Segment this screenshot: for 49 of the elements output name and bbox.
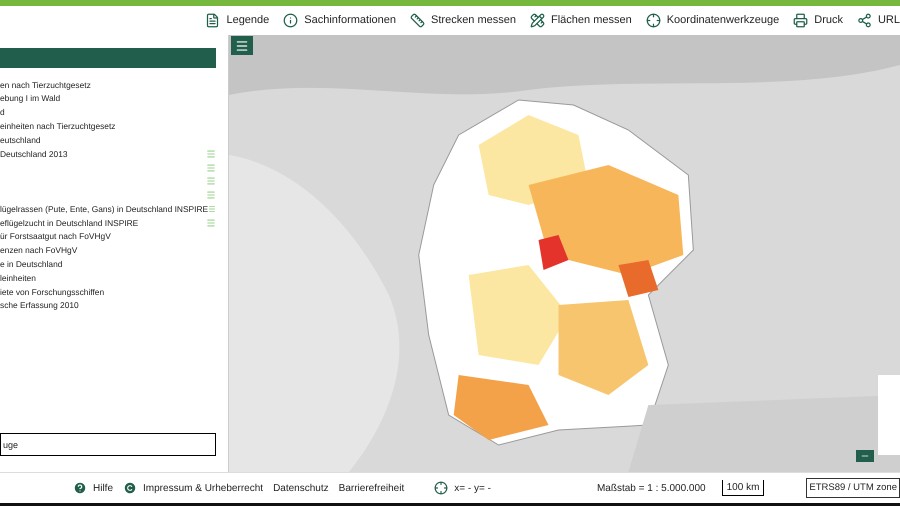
toolbar-button[interactable]: Legende xyxy=(205,12,270,29)
layer-item[interactable]: Deutschland 2013 xyxy=(0,148,68,160)
layer-item[interactable]: sche Erfassung 2010 xyxy=(0,299,79,312)
search-field[interactable]: uge xyxy=(0,433,216,456)
printer-icon xyxy=(793,13,808,28)
crosshair-icon xyxy=(434,481,448,495)
document-icon xyxy=(205,13,220,28)
pencil-ruler-icon xyxy=(530,13,545,28)
footer-link[interactable]: Hilfe xyxy=(73,480,114,496)
menu-icon[interactable] xyxy=(206,148,216,159)
menu-icon[interactable] xyxy=(206,190,216,200)
layer-item[interactable]: iete von Forschungsschiffen xyxy=(0,286,104,298)
ruler-icon xyxy=(410,13,426,28)
toolbar-button[interactable]: Flächen messen xyxy=(530,12,632,29)
layer-item[interactable]: e in Deutschland xyxy=(0,258,62,271)
menu-icon[interactable] xyxy=(206,218,216,228)
scale-bar: 100 km xyxy=(722,480,764,496)
toolbar-button[interactable]: Koordinatenwerkzeuge xyxy=(646,12,780,29)
menu-icon[interactable] xyxy=(206,176,216,186)
layer-item[interactable]: ür Forstsaatgut nach FoVHgV xyxy=(0,230,111,243)
coordinates-text: x= - y= - xyxy=(454,482,491,496)
menu-icon xyxy=(235,38,249,52)
layer-item[interactable]: ebung I im Wald xyxy=(0,92,60,105)
layer-item[interactable]: enzen nach FoVHgV xyxy=(0,244,78,257)
projection-select[interactable]: ETRS89 / UTM zone xyxy=(806,478,900,498)
scale-text: Maßstab = 1 : 5.000.000 xyxy=(596,482,706,496)
toolbar-button[interactable]: Druck xyxy=(793,12,843,29)
footer-link[interactable]: Datenschutz xyxy=(273,480,329,496)
layer-item[interactable]: d xyxy=(0,106,5,119)
crosshair-icon xyxy=(646,13,661,28)
footer-link[interactable]: Impressum & Urheberrecht xyxy=(123,480,264,496)
layer-item[interactable]: en nach Tierzuchtgesetz xyxy=(0,78,91,92)
layer-item[interactable]: eflügelzucht in Deutschland INSPIRE xyxy=(0,216,138,230)
zoom-out-button[interactable] xyxy=(856,450,874,462)
menu-icon[interactable] xyxy=(206,162,216,173)
layer-item[interactable]: leinheiten xyxy=(0,272,36,284)
menu-icon[interactable] xyxy=(208,204,216,214)
help-icon xyxy=(73,481,87,495)
layer-item[interactable]: einheiten nach Tierzuchtgesetz xyxy=(0,120,116,133)
copyright-icon xyxy=(123,481,138,495)
share-icon xyxy=(856,13,872,28)
toolbar-button[interactable]: Sachinformationen xyxy=(283,12,396,29)
layer-item[interactable]: lügelrassen (Pute, Ente, Gans) in Deutschland INSPIRE xyxy=(0,202,208,216)
layer-item[interactable]: eutschland xyxy=(0,134,41,146)
toolbar-button[interactable]: URL xyxy=(856,12,900,29)
footer-link[interactable]: Barrierefreiheit xyxy=(338,480,404,496)
menu-button[interactable] xyxy=(231,36,253,55)
info-icon xyxy=(283,13,298,28)
toolbar-button[interactable]: Strecken messen xyxy=(410,12,516,29)
